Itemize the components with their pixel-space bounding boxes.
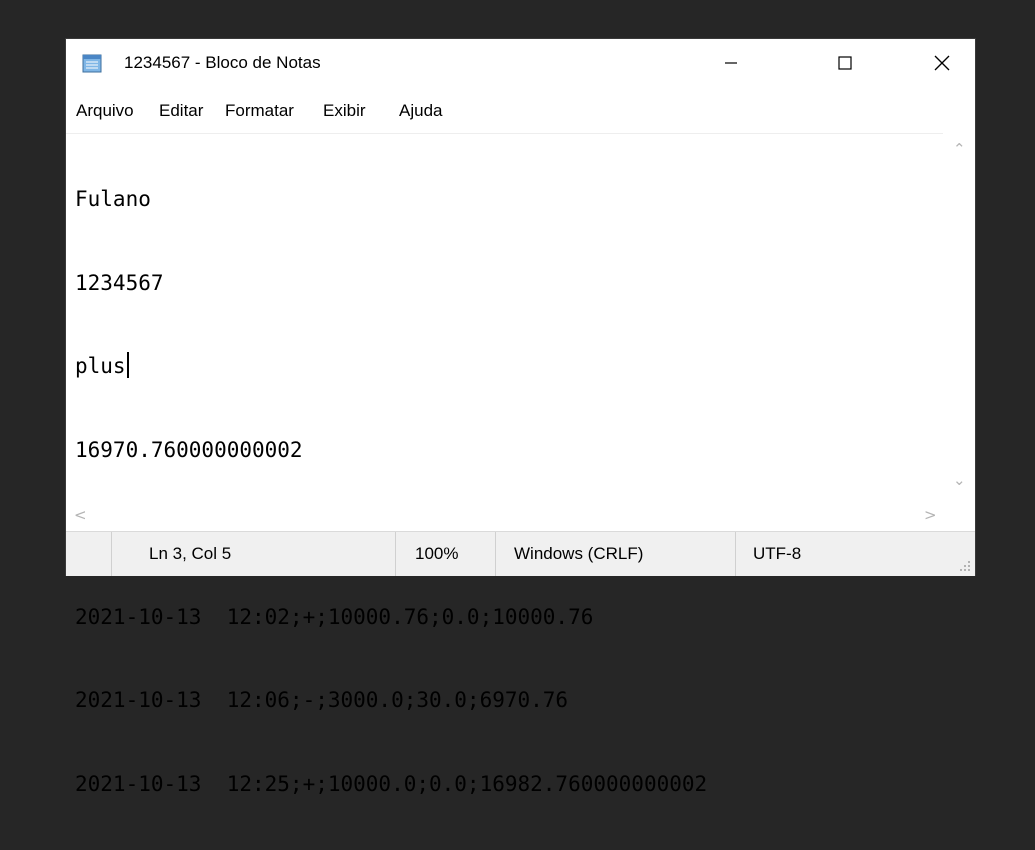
title-bar[interactable]: 1234567 - Bloco de Notas <box>66 39 975 87</box>
status-encoding: UTF-8 <box>735 532 975 576</box>
minimize-button[interactable] <box>700 39 762 87</box>
scroll-down-arrow-icon[interactable]: ⌄ <box>953 473 966 488</box>
status-line-ending: Windows (CRLF) <box>495 532 735 576</box>
menu-arquivo[interactable]: Arquivo <box>76 100 134 122</box>
status-line-ending-text: Windows (CRLF) <box>514 544 644 563</box>
notepad-window: 1234567 - Bloco de Notas Arquivo Editar … <box>65 38 976 796</box>
scroll-right-arrow-icon[interactable]: > <box>924 508 937 523</box>
text-caret <box>126 352 129 378</box>
close-button[interactable] <box>911 39 973 87</box>
editor-line: plus <box>75 349 707 385</box>
scroll-up-arrow-icon[interactable]: ⌃ <box>953 142 966 157</box>
status-bar: Ln 3, Col 5 100% Windows (CRLF) UTF-8 <box>66 531 975 576</box>
menu-editar[interactable]: Editar <box>159 100 203 122</box>
editor-line: 2021-10-13 12:02;+;10000.76;0.0;10000.76 <box>75 604 594 629</box>
menu-bar: Arquivo Editar Formatar Exibir Ajuda <box>66 87 975 133</box>
maximize-button[interactable] <box>814 39 876 87</box>
status-encoding-text: UTF-8 <box>753 544 802 563</box>
editor-content[interactable]: Fulano 1234567 plus 16970.760000000002 1… <box>75 134 707 850</box>
text-editor[interactable]: Fulano 1234567 plus 16970.760000000002 1… <box>66 133 943 796</box>
editor-line: Fulano <box>75 187 151 211</box>
resize-grip-icon[interactable] <box>959 560 971 572</box>
window-title: 1234567 - Bloco de Notas <box>124 53 321 72</box>
horizontal-scrollbar[interactable]: < > <box>66 499 943 531</box>
notepad-icon <box>82 54 102 73</box>
menu-exibir[interactable]: Exibir <box>323 100 366 122</box>
scroll-left-arrow-icon[interactable]: < <box>74 508 87 523</box>
maximize-icon <box>838 56 852 70</box>
menu-formatar[interactable]: Formatar <box>225 100 294 122</box>
status-zoom: 100% <box>395 532 495 576</box>
editor-line: 2021-10-13 12:25;+;10000.0;0.0;16982.760… <box>75 771 708 796</box>
close-icon <box>934 55 950 71</box>
status-position-text: Ln 3, Col 5 <box>149 544 232 563</box>
vertical-scrollbar[interactable]: ⌃ ⌄ <box>943 133 975 499</box>
editor-line: 2021-10-13 12:06;-;3000.0;30.0;6970.76 <box>75 688 569 712</box>
scrollbar-corner <box>943 499 975 531</box>
editor-line: 1234567 <box>75 270 164 295</box>
menu-ajuda[interactable]: Ajuda <box>399 100 442 122</box>
status-zoom-text: 100% <box>415 544 459 563</box>
editor-line: 16970.760000000002 <box>75 437 303 462</box>
status-cursor-position: Ln 3, Col 5 <box>111 532 395 576</box>
minimize-icon <box>725 62 737 64</box>
